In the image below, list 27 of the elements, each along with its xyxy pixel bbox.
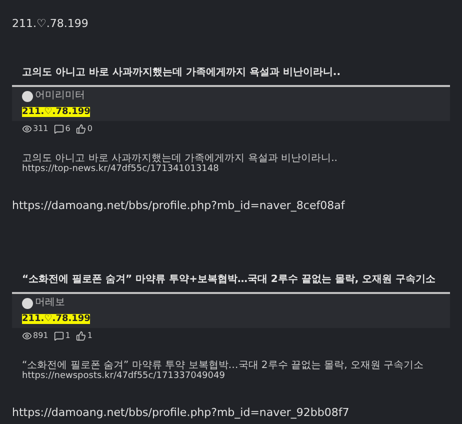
thumbs-up-icon xyxy=(76,331,86,341)
post-body: “소화전에 필로폰 숨겨” 마약류 투약 보복협박…국대 2루수 끝없는 몰락, 오재원 구속기소 xyxy=(22,360,425,371)
post-body: 고의도 아니고 바로 사과까지했는데 가족에게까지 욕설과 비난이라니.. xyxy=(22,153,338,164)
view-count: 311 xyxy=(33,123,48,135)
profile-url[interactable]: https://damoang.net/bbs/profile.php?mb_id=naver_92bb08f7 xyxy=(12,406,350,419)
ip-address: 211.♡.78.199 xyxy=(22,314,90,324)
author-name[interactable]: 머레보 xyxy=(35,297,65,309)
post-title: 고의도 아니고 바로 사과까지했는데 가족에게까지 욕설과 비난이라니.. xyxy=(22,67,340,78)
article-link[interactable]: https://newsposts.kr/47df55c/171337049049 xyxy=(22,371,440,382)
ip-address: 211.♡.78.199 xyxy=(22,107,90,117)
avatar-icon xyxy=(22,298,33,308)
ip-address: 211.♡.78.199 xyxy=(12,17,88,30)
like-count: 1 xyxy=(87,330,92,342)
article-link[interactable]: https://top-news.kr/47df55c/171341013148 xyxy=(22,164,440,175)
comment-count: 1 xyxy=(65,330,70,342)
author-name[interactable]: 어미리미터 xyxy=(35,90,85,102)
view-count: 891 xyxy=(33,330,48,342)
thumbs-up-icon xyxy=(76,124,86,134)
comment-icon xyxy=(54,331,64,341)
eye-icon xyxy=(22,124,32,134)
comment-icon xyxy=(54,124,64,134)
like-count: 0 xyxy=(87,123,92,135)
eye-icon xyxy=(22,331,32,341)
avatar-icon xyxy=(22,90,33,102)
post-title: “소화전에 필로폰 숨겨” 마약류 투약+보복협박…국대 2루수 끝없는 몰락, 오재원 구속기소 xyxy=(22,274,436,285)
comment-count: 6 xyxy=(65,123,70,135)
profile-url[interactable]: https://damoang.net/bbs/profile.php?mb_id=naver_8cef08af xyxy=(12,199,345,212)
